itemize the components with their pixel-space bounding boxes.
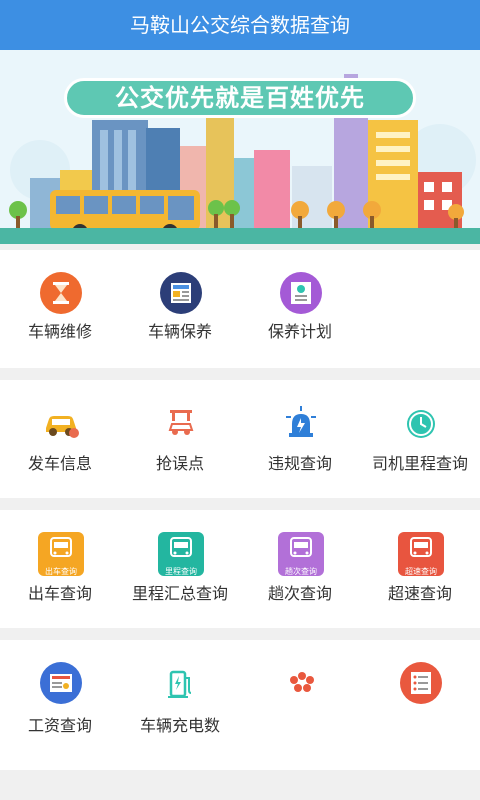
menu-item-label-clip: 司机里程查询	[360, 454, 480, 482]
app-title: 马鞍山公交综合数据查询	[0, 0, 480, 50]
bus-card-caption: 趟次查询	[285, 567, 317, 576]
section-maintenance: 车辆维修 车辆保养 保养计划	[0, 250, 480, 368]
menu-item-label: 里程汇总查询	[131, 584, 228, 603]
menu-item-label: 保养计划	[267, 322, 332, 341]
menu-item-violation-query[interactable]: 违规查询	[240, 380, 360, 498]
menu-item-label: 车辆维修	[27, 322, 92, 341]
menu-item-label	[240, 716, 360, 736]
menu-item-driver-mileage[interactable]: 司机里程查询	[360, 380, 480, 498]
section-other: 工资查询 车辆充电数	[0, 640, 480, 770]
siren-icon	[286, 406, 316, 437]
menu-item-vehicle-maintenance[interactable]: 车辆保养	[120, 250, 240, 368]
bus-icon	[410, 537, 432, 557]
car-icon	[46, 416, 79, 438]
menu-item-unlabeled-1[interactable]	[240, 640, 360, 770]
section-queries: 出车查询 出车查询 里程查询 里程汇总查询 趟次查询 趟次查询 超速查询 超速查…	[0, 510, 480, 628]
menu-item-label: 车辆保养	[147, 322, 212, 341]
menu-item-maintenance-plan[interactable]: 保养计划	[240, 250, 360, 368]
bus-icon	[290, 537, 312, 557]
menu-item-label: 司机里程查询	[371, 454, 468, 473]
bus-card-icon: 里程查询	[158, 532, 204, 576]
menu-item-label: 发车信息	[27, 454, 92, 473]
bus-card-icon: 趟次查询	[278, 532, 324, 576]
list-card-icon	[400, 662, 442, 704]
person-document-icon	[280, 272, 322, 314]
menu-item-label: 出车查询	[27, 584, 92, 603]
news-icon	[160, 272, 202, 314]
menu-item-delay-rescue[interactable]: 抢误点	[120, 380, 240, 498]
menu-item-label: 违规查询	[267, 454, 332, 473]
section-dispatch: 发车信息 抢误点 违规查询 司机里程查询	[0, 380, 480, 498]
charging-station-icon	[168, 670, 192, 698]
bus-card-caption: 超速查询	[405, 567, 437, 576]
menu-item-label-clip: 里程汇总查询	[120, 584, 240, 612]
menu-item-label: 车辆充电数	[139, 716, 220, 735]
menu-item-label: 趟次查询	[267, 584, 332, 603]
menu-item-mileage-summary[interactable]: 里程查询 里程汇总查询	[120, 510, 240, 628]
menu-item-dispatch-query[interactable]: 出车查询 出车查询	[0, 510, 120, 628]
menu-item-trip-query[interactable]: 趟次查询 趟次查询	[240, 510, 360, 628]
menu-item-label: 工资查询	[27, 716, 92, 735]
dots-cluster-icon	[290, 672, 314, 692]
menu-item-unlabeled-2[interactable]	[360, 640, 480, 770]
bus-card-caption: 里程查询	[165, 567, 197, 576]
menu-item-charging-count[interactable]: 车辆充电数	[120, 640, 240, 770]
bus-card-icon: 超速查询	[398, 532, 444, 576]
menu-item-speeding-query[interactable]: 超速查询 超速查询	[360, 510, 480, 628]
clock-icon	[407, 410, 435, 438]
bus-card-icon: 出车查询	[38, 532, 84, 576]
car-lift-icon	[168, 410, 194, 435]
hourglass-icon	[40, 272, 82, 314]
wage-card-icon	[40, 662, 82, 704]
menu-item-wage-query[interactable]: 工资查询	[0, 640, 120, 770]
menu-item-departure-info[interactable]: 发车信息	[0, 380, 120, 498]
menu-item-label	[360, 716, 480, 736]
bus-card-caption: 出车查询	[45, 567, 77, 576]
banner-slogan: 公交优先就是百姓优先	[64, 78, 416, 118]
menu-item-vehicle-repair[interactable]: 车辆维修	[0, 250, 120, 368]
banner[interactable]: 公交优先就是百姓优先	[0, 50, 480, 244]
bus-icon	[170, 537, 192, 557]
menu-item-label: 抢误点	[155, 454, 204, 473]
menu-item-label: 超速查询	[387, 584, 452, 603]
bus-icon	[50, 537, 72, 557]
